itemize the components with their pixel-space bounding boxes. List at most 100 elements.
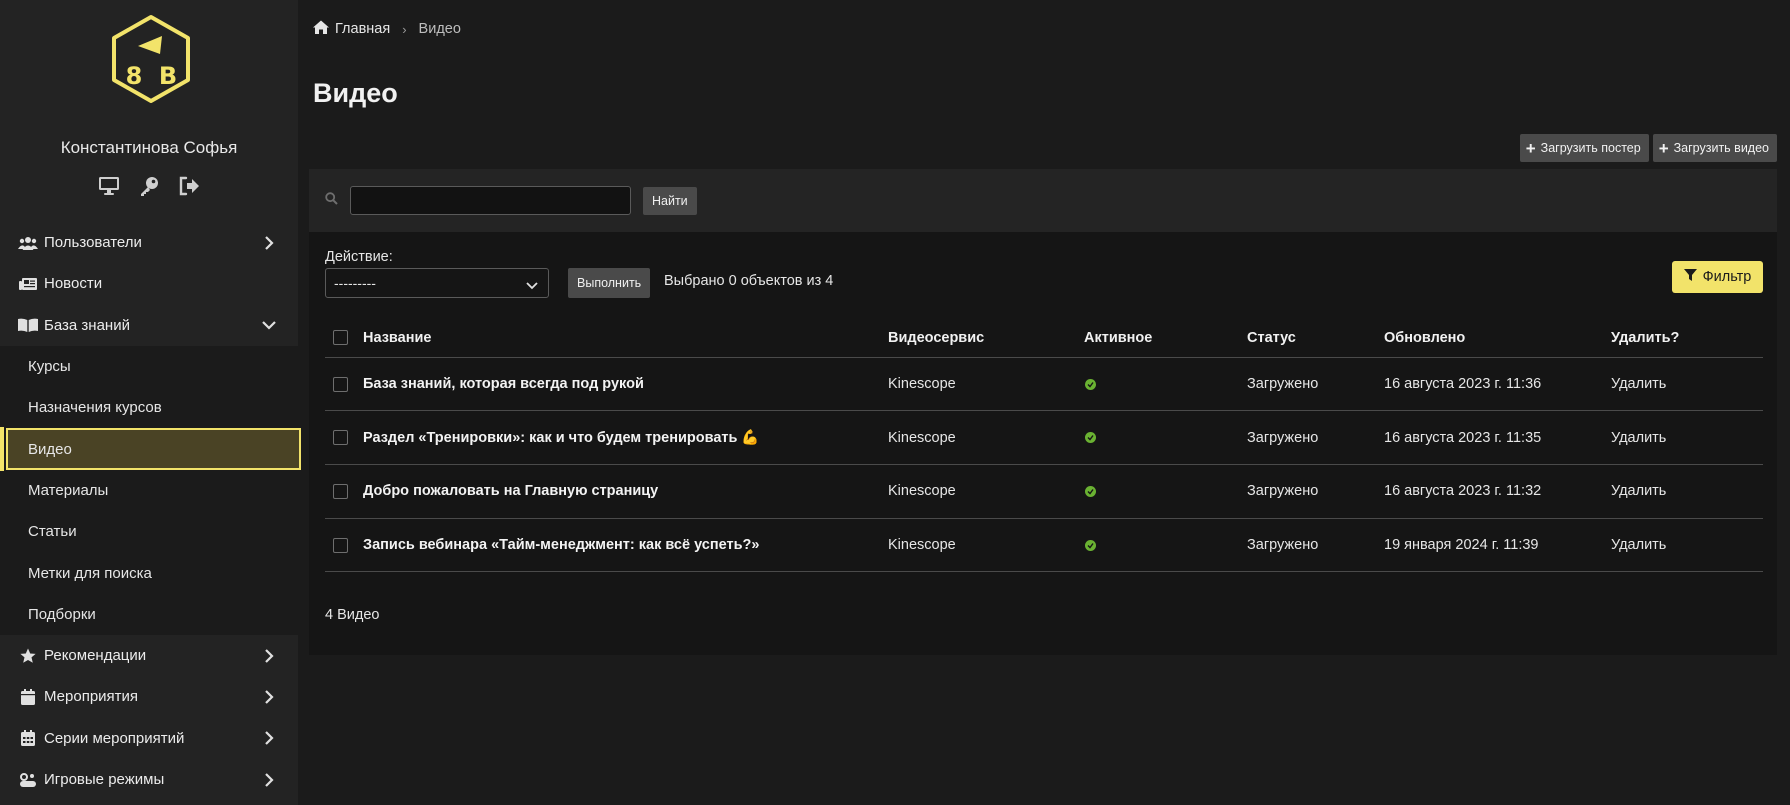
row-title[interactable]: База знаний, которая всегда под рукой	[363, 357, 888, 412]
row-title[interactable]: Запись вебинара «Тайм-менеджмент: как вс…	[363, 518, 888, 573]
row-delete-link[interactable]: Удалить	[1611, 464, 1763, 519]
table-row: Добро пожаловать на Главную страницу Kin…	[325, 464, 1763, 519]
breadcrumb: Главная › Видео	[313, 20, 461, 38]
user-name: Константинова Софья	[60, 138, 238, 157]
search-button[interactable]: Найти	[643, 186, 697, 215]
row-checkbox-cell	[325, 464, 363, 519]
row-delete-link[interactable]: Удалить	[1611, 518, 1763, 573]
page-title: Видео	[313, 78, 398, 108]
search-bar: Найти	[309, 169, 1777, 232]
sidebar: 8 B Константинова Софья Пользователи Нов…	[0, 0, 301, 805]
row-checkbox[interactable]	[333, 430, 348, 446]
row-service: Kinescope	[888, 518, 1084, 573]
check-circle-icon	[1085, 432, 1096, 444]
sidebar-item-label: База знаний	[44, 316, 130, 334]
run-action-button[interactable]: Выполнить	[568, 268, 651, 298]
sidebar-item-event-series[interactable]: Серии мероприятий	[0, 718, 298, 759]
sidebar-item-collections[interactable]: Подборки	[0, 594, 298, 635]
key-icon[interactable]	[137, 174, 161, 198]
selected-count: Выбрано 0 объектов из 4	[664, 273, 834, 289]
breadcrumb-current: Видео	[418, 21, 461, 37]
row-active	[1084, 410, 1247, 465]
breadcrumb-separator: ›	[402, 21, 407, 37]
header-active[interactable]: Активное	[1084, 319, 1247, 358]
filter-button[interactable]: Фильтр	[1672, 261, 1763, 293]
sidebar-item-users[interactable]: Пользователи	[0, 222, 298, 263]
row-checkbox[interactable]	[333, 376, 348, 392]
sidebar-item-courses[interactable]: Курсы	[0, 346, 298, 387]
row-title[interactable]: Раздел «Тренировки»: как и что будем тре…	[363, 410, 888, 465]
row-checkbox[interactable]	[333, 483, 348, 499]
select-all-checkbox[interactable]	[333, 330, 348, 346]
sidebar-item-recommendations[interactable]: Рекомендации	[0, 635, 298, 676]
row-title[interactable]: Добро пожаловать на Главную страницу	[363, 464, 888, 519]
active-marker	[0, 427, 4, 471]
sign-out-icon[interactable]	[177, 174, 201, 198]
row-checkbox-cell	[325, 410, 363, 465]
sidebar-item-label: Назначения курсов	[28, 399, 162, 417]
logo-icon[interactable]: 8 B	[104, 12, 198, 106]
chevron-right-icon	[262, 648, 276, 663]
sidebar-item-articles[interactable]: Статьи	[0, 511, 298, 552]
row-active	[1084, 464, 1247, 519]
sidebar-item-events[interactable]: Мероприятия	[0, 676, 298, 717]
action-select-value: ---------	[334, 275, 376, 291]
check-circle-icon	[1085, 485, 1096, 497]
check-circle-icon	[1085, 378, 1096, 390]
gamepad-icon	[18, 772, 38, 788]
sidebar-item-knowledge-base[interactable]: База знаний	[0, 305, 298, 346]
upload-video-button[interactable]: + Загрузить видео	[1652, 134, 1777, 162]
sidebar-item-label: Курсы	[28, 358, 71, 376]
chevron-right-icon	[262, 690, 276, 704]
upload-poster-label: Загрузить постер	[1540, 141, 1641, 155]
calendar-grid-icon	[18, 730, 38, 747]
breadcrumb-home[interactable]: Главная	[335, 21, 390, 37]
sidebar-item-label: Материалы	[28, 481, 109, 499]
row-updated: 16 августа 2023 г. 11:35	[1384, 410, 1611, 465]
sidebar-item-label: Мероприятия	[44, 688, 139, 706]
search-input[interactable]	[350, 186, 631, 215]
action-select[interactable]: ---------	[325, 268, 549, 298]
videos-table: Название Видеосервис Активное Статус Обн…	[325, 319, 1763, 573]
header-service[interactable]: Видеосервис	[888, 319, 1084, 358]
sidebar-item-video[interactable]: Видео	[6, 428, 301, 470]
row-checkbox[interactable]	[333, 537, 348, 553]
row-delete-link[interactable]: Удалить	[1611, 357, 1763, 412]
sidebar-item-label: Рекомендации	[44, 647, 147, 665]
filter-label: Фильтр	[1702, 269, 1752, 285]
home-icon[interactable]	[313, 20, 329, 38]
calendar-icon	[18, 688, 38, 705]
plus-icon: +	[1525, 138, 1536, 158]
sidebar-item-search-tags[interactable]: Метки для поиска	[0, 552, 298, 593]
select-all-cell	[325, 319, 363, 358]
row-service: Kinescope	[888, 464, 1084, 519]
sidebar-item-materials[interactable]: Материалы	[0, 470, 298, 511]
upload-poster-button[interactable]: + Загрузить постер	[1519, 134, 1649, 162]
table-header-row: Название Видеосервис Активное Статус Обн…	[325, 319, 1763, 358]
sidebar-item-game-modes[interactable]: Игровые режимы	[0, 759, 298, 800]
header-status[interactable]: Статус	[1247, 319, 1384, 358]
sidebar-item-label: Серии мероприятий	[44, 729, 185, 747]
header-delete: Удалить?	[1611, 319, 1763, 358]
table-row: Запись вебинара «Тайм-менеджмент: как вс…	[325, 518, 1763, 573]
sidebar-item-news[interactable]: Новости	[0, 263, 298, 304]
plus-icon: +	[1658, 138, 1669, 158]
result-count: 4 Видео	[325, 607, 380, 623]
row-delete-link[interactable]: Удалить	[1611, 410, 1763, 465]
sidebar-item-course-assignments[interactable]: Назначения курсов	[0, 387, 298, 428]
header-updated[interactable]: Обновлено	[1384, 319, 1611, 358]
row-active	[1084, 357, 1247, 412]
book-icon	[18, 317, 38, 333]
newspaper-icon	[18, 276, 38, 292]
sidebar-item-label: Видео	[28, 440, 72, 458]
monitor-icon[interactable]	[97, 174, 121, 198]
header-title[interactable]: Название	[363, 319, 888, 358]
sidebar-item-label: Метки для поиска	[28, 564, 152, 582]
sidebar-item-label: Игровые режимы	[44, 771, 165, 788]
chevron-right-icon	[262, 772, 276, 787]
upload-video-label: Загрузить видео	[1673, 141, 1769, 155]
sidebar-item-label: Новости	[44, 275, 103, 293]
action-label: Действие:	[325, 249, 393, 265]
row-checkbox-cell	[325, 357, 363, 412]
table-row: База знаний, которая всегда под рукой Ki…	[325, 357, 1763, 412]
